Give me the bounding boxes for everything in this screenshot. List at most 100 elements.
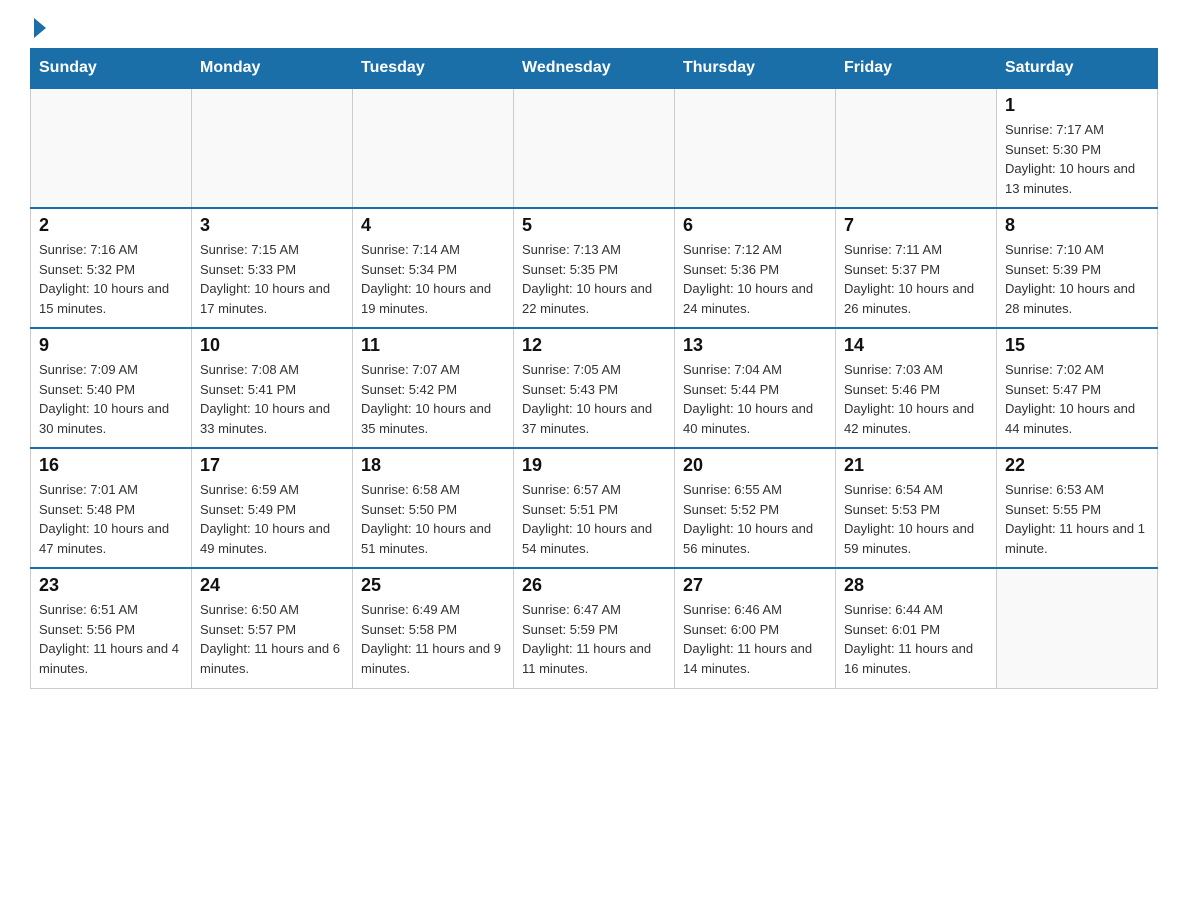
page-header xyxy=(30,20,1158,38)
day-number: 4 xyxy=(361,215,505,236)
calendar-cell: 4 Sunrise: 7:14 AM Sunset: 5:34 PM Daylig… xyxy=(353,208,514,328)
calendar-cell: 17 Sunrise: 6:59 AM Sunset: 5:49 PM Dayli… xyxy=(192,448,353,568)
calendar-cell: 26 Sunrise: 6:47 AM Sunset: 5:59 PM Dayli… xyxy=(514,568,675,688)
day-info: Sunrise: 6:46 AM Sunset: 6:00 PM Dayligh… xyxy=(683,600,827,678)
calendar-cell: 14 Sunrise: 7:03 AM Sunset: 5:46 PM Dayli… xyxy=(836,328,997,448)
weekday-header-tuesday: Tuesday xyxy=(353,49,514,89)
calendar-cell: 8 Sunrise: 7:10 AM Sunset: 5:39 PM Daylig… xyxy=(997,208,1158,328)
day-number: 23 xyxy=(39,575,183,596)
calendar-cell xyxy=(514,88,675,208)
calendar-cell: 15Sunrise: 7:02 AM Sunset: 5:47 PM Dayli… xyxy=(997,328,1158,448)
day-number: 13 xyxy=(683,335,827,356)
calendar-cell: 24 Sunrise: 6:50 AM Sunset: 5:57 PM Dayli… xyxy=(192,568,353,688)
day-number: 7 xyxy=(844,215,988,236)
week-row-2: 2 Sunrise: 7:16 AM Sunset: 5:32 PM Daylig… xyxy=(31,208,1158,328)
calendar-cell: 11Sunrise: 7:07 AM Sunset: 5:42 PM Dayli… xyxy=(353,328,514,448)
day-info: Sunrise: 7:10 AM Sunset: 5:39 PM Dayligh… xyxy=(1005,240,1149,318)
day-number: 14 xyxy=(844,335,988,356)
day-number: 21 xyxy=(844,455,988,476)
day-info: Sunrise: 6:44 AM Sunset: 6:01 PM Dayligh… xyxy=(844,600,988,678)
day-number: 18 xyxy=(361,455,505,476)
weekday-header-friday: Friday xyxy=(836,49,997,89)
day-number: 25 xyxy=(361,575,505,596)
day-info: Sunrise: 7:02 AM Sunset: 5:47 PM Dayligh… xyxy=(1005,360,1149,438)
day-info: Sunrise: 6:50 AM Sunset: 5:57 PM Dayligh… xyxy=(200,600,344,678)
logo-arrow-icon xyxy=(34,18,46,38)
day-info: Sunrise: 7:05 AM Sunset: 5:43 PM Dayligh… xyxy=(522,360,666,438)
day-info: Sunrise: 6:49 AM Sunset: 5:58 PM Dayligh… xyxy=(361,600,505,678)
day-number: 28 xyxy=(844,575,988,596)
calendar-cell: 2 Sunrise: 7:16 AM Sunset: 5:32 PM Daylig… xyxy=(31,208,192,328)
calendar-cell: 25 Sunrise: 6:49 AM Sunset: 5:58 PM Dayli… xyxy=(353,568,514,688)
day-info: Sunrise: 6:51 AM Sunset: 5:56 PM Dayligh… xyxy=(39,600,183,678)
weekday-header-monday: Monday xyxy=(192,49,353,89)
calendar-cell: 13 Sunrise: 7:04 AM Sunset: 5:44 PM Dayli… xyxy=(675,328,836,448)
day-number: 11 xyxy=(361,335,505,356)
day-number: 1 xyxy=(1005,95,1149,116)
calendar-cell xyxy=(997,568,1158,688)
day-info: Sunrise: 6:53 AM Sunset: 5:55 PM Dayligh… xyxy=(1005,480,1149,558)
calendar-cell xyxy=(192,88,353,208)
calendar-cell: 5 Sunrise: 7:13 AM Sunset: 5:35 PM Daylig… xyxy=(514,208,675,328)
week-row-1: 1Sunrise: 7:17 AM Sunset: 5:30 PM Daylig… xyxy=(31,88,1158,208)
day-number: 16 xyxy=(39,455,183,476)
day-info: Sunrise: 6:58 AM Sunset: 5:50 PM Dayligh… xyxy=(361,480,505,558)
day-number: 3 xyxy=(200,215,344,236)
weekday-header-sunday: Sunday xyxy=(31,49,192,89)
day-info: Sunrise: 7:14 AM Sunset: 5:34 PM Dayligh… xyxy=(361,240,505,318)
day-info: Sunrise: 7:03 AM Sunset: 5:46 PM Dayligh… xyxy=(844,360,988,438)
day-info: Sunrise: 6:57 AM Sunset: 5:51 PM Dayligh… xyxy=(522,480,666,558)
day-info: Sunrise: 7:12 AM Sunset: 5:36 PM Dayligh… xyxy=(683,240,827,318)
calendar-cell: 10Sunrise: 7:08 AM Sunset: 5:41 PM Dayli… xyxy=(192,328,353,448)
day-info: Sunrise: 7:11 AM Sunset: 5:37 PM Dayligh… xyxy=(844,240,988,318)
weekday-header-row: SundayMondayTuesdayWednesdayThursdayFrid… xyxy=(31,49,1158,89)
day-info: Sunrise: 7:01 AM Sunset: 5:48 PM Dayligh… xyxy=(39,480,183,558)
weekday-header-thursday: Thursday xyxy=(675,49,836,89)
calendar-cell: 23 Sunrise: 6:51 AM Sunset: 5:56 PM Dayli… xyxy=(31,568,192,688)
day-info: Sunrise: 6:59 AM Sunset: 5:49 PM Dayligh… xyxy=(200,480,344,558)
calendar-cell: 18 Sunrise: 6:58 AM Sunset: 5:50 PM Dayli… xyxy=(353,448,514,568)
day-info: Sunrise: 6:55 AM Sunset: 5:52 PM Dayligh… xyxy=(683,480,827,558)
calendar-cell: 6 Sunrise: 7:12 AM Sunset: 5:36 PM Daylig… xyxy=(675,208,836,328)
day-number: 6 xyxy=(683,215,827,236)
calendar-cell: 20 Sunrise: 6:55 AM Sunset: 5:52 PM Dayli… xyxy=(675,448,836,568)
day-number: 2 xyxy=(39,215,183,236)
calendar-cell xyxy=(353,88,514,208)
day-number: 26 xyxy=(522,575,666,596)
calendar-cell: 27Sunrise: 6:46 AM Sunset: 6:00 PM Dayli… xyxy=(675,568,836,688)
day-number: 8 xyxy=(1005,215,1149,236)
calendar-cell: 28 Sunrise: 6:44 AM Sunset: 6:01 PM Dayli… xyxy=(836,568,997,688)
calendar-cell: 21 Sunrise: 6:54 AM Sunset: 5:53 PM Dayli… xyxy=(836,448,997,568)
week-row-5: 23 Sunrise: 6:51 AM Sunset: 5:56 PM Dayli… xyxy=(31,568,1158,688)
calendar-cell: 22 Sunrise: 6:53 AM Sunset: 5:55 PM Dayli… xyxy=(997,448,1158,568)
calendar-cell: 3 Sunrise: 7:15 AM Sunset: 5:33 PM Daylig… xyxy=(192,208,353,328)
day-info: Sunrise: 7:09 AM Sunset: 5:40 PM Dayligh… xyxy=(39,360,183,438)
calendar-cell xyxy=(31,88,192,208)
day-number: 12 xyxy=(522,335,666,356)
day-info: Sunrise: 7:16 AM Sunset: 5:32 PM Dayligh… xyxy=(39,240,183,318)
day-number: 20 xyxy=(683,455,827,476)
day-number: 19 xyxy=(522,455,666,476)
day-number: 17 xyxy=(200,455,344,476)
day-info: Sunrise: 7:13 AM Sunset: 5:35 PM Dayligh… xyxy=(522,240,666,318)
calendar-table: SundayMondayTuesdayWednesdayThursdayFrid… xyxy=(30,48,1158,689)
weekday-header-wednesday: Wednesday xyxy=(514,49,675,89)
day-info: Sunrise: 7:15 AM Sunset: 5:33 PM Dayligh… xyxy=(200,240,344,318)
week-row-3: 9Sunrise: 7:09 AM Sunset: 5:40 PM Daylig… xyxy=(31,328,1158,448)
day-info: Sunrise: 6:47 AM Sunset: 5:59 PM Dayligh… xyxy=(522,600,666,678)
day-number: 22 xyxy=(1005,455,1149,476)
day-number: 10 xyxy=(200,335,344,356)
calendar-cell xyxy=(836,88,997,208)
calendar-cell: 7 Sunrise: 7:11 AM Sunset: 5:37 PM Daylig… xyxy=(836,208,997,328)
calendar-cell xyxy=(675,88,836,208)
calendar-cell: 19 Sunrise: 6:57 AM Sunset: 5:51 PM Dayli… xyxy=(514,448,675,568)
calendar-cell: 9Sunrise: 7:09 AM Sunset: 5:40 PM Daylig… xyxy=(31,328,192,448)
calendar-cell: 1Sunrise: 7:17 AM Sunset: 5:30 PM Daylig… xyxy=(997,88,1158,208)
day-number: 24 xyxy=(200,575,344,596)
logo xyxy=(30,20,46,38)
week-row-4: 16 Sunrise: 7:01 AM Sunset: 5:48 PM Dayli… xyxy=(31,448,1158,568)
day-info: Sunrise: 6:54 AM Sunset: 5:53 PM Dayligh… xyxy=(844,480,988,558)
weekday-header-saturday: Saturday xyxy=(997,49,1158,89)
day-info: Sunrise: 7:04 AM Sunset: 5:44 PM Dayligh… xyxy=(683,360,827,438)
day-number: 5 xyxy=(522,215,666,236)
